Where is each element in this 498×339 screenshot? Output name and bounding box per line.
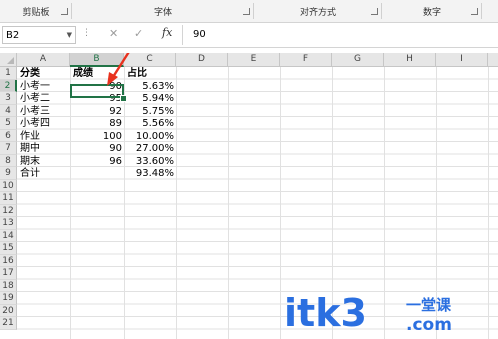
formula-input[interactable]: 90 xyxy=(182,25,498,45)
formula-bar: B2 ▼ ⋮ ✕ ✓ fx 90 xyxy=(0,23,498,48)
name-box-value: B2 xyxy=(6,30,20,41)
ribbon: 剪贴板 字体 对齐方式 数字 xyxy=(0,0,498,23)
ribbon-group-label: 数字 xyxy=(422,8,441,18)
watermark-logo: itk3 一堂课 .com xyxy=(284,291,452,335)
chevron-down-icon[interactable]: ▼ xyxy=(67,26,72,44)
ribbon-group-alignment: 对齐方式 xyxy=(254,0,382,22)
dialog-launcher-icon[interactable] xyxy=(243,8,250,15)
dialog-launcher-icon[interactable] xyxy=(61,8,68,15)
more-icon[interactable]: ⋮ xyxy=(82,28,91,38)
dialog-launcher-icon[interactable] xyxy=(371,8,378,15)
insert-function-icon[interactable]: fx xyxy=(162,26,172,39)
enter-icon[interactable]: ✓ xyxy=(134,27,143,40)
ribbon-group-clipboard: 剪贴板 xyxy=(0,0,72,22)
ribbon-group-label: 对齐方式 xyxy=(299,8,336,18)
ribbon-group-label: 字体 xyxy=(153,8,172,18)
watermark-text: itk3 xyxy=(284,291,367,335)
dialog-launcher-icon[interactable] xyxy=(471,8,478,15)
ribbon-group-number: 数字 xyxy=(382,0,482,22)
formula-value: 90 xyxy=(193,29,206,40)
cancel-icon[interactable]: ✕ xyxy=(109,27,118,40)
watermark-domain: .com xyxy=(406,315,452,335)
ribbon-group-font: 字体 xyxy=(72,0,254,22)
name-box[interactable]: B2 ▼ xyxy=(2,26,76,44)
watermark-suffix: 一堂课 xyxy=(406,296,452,314)
